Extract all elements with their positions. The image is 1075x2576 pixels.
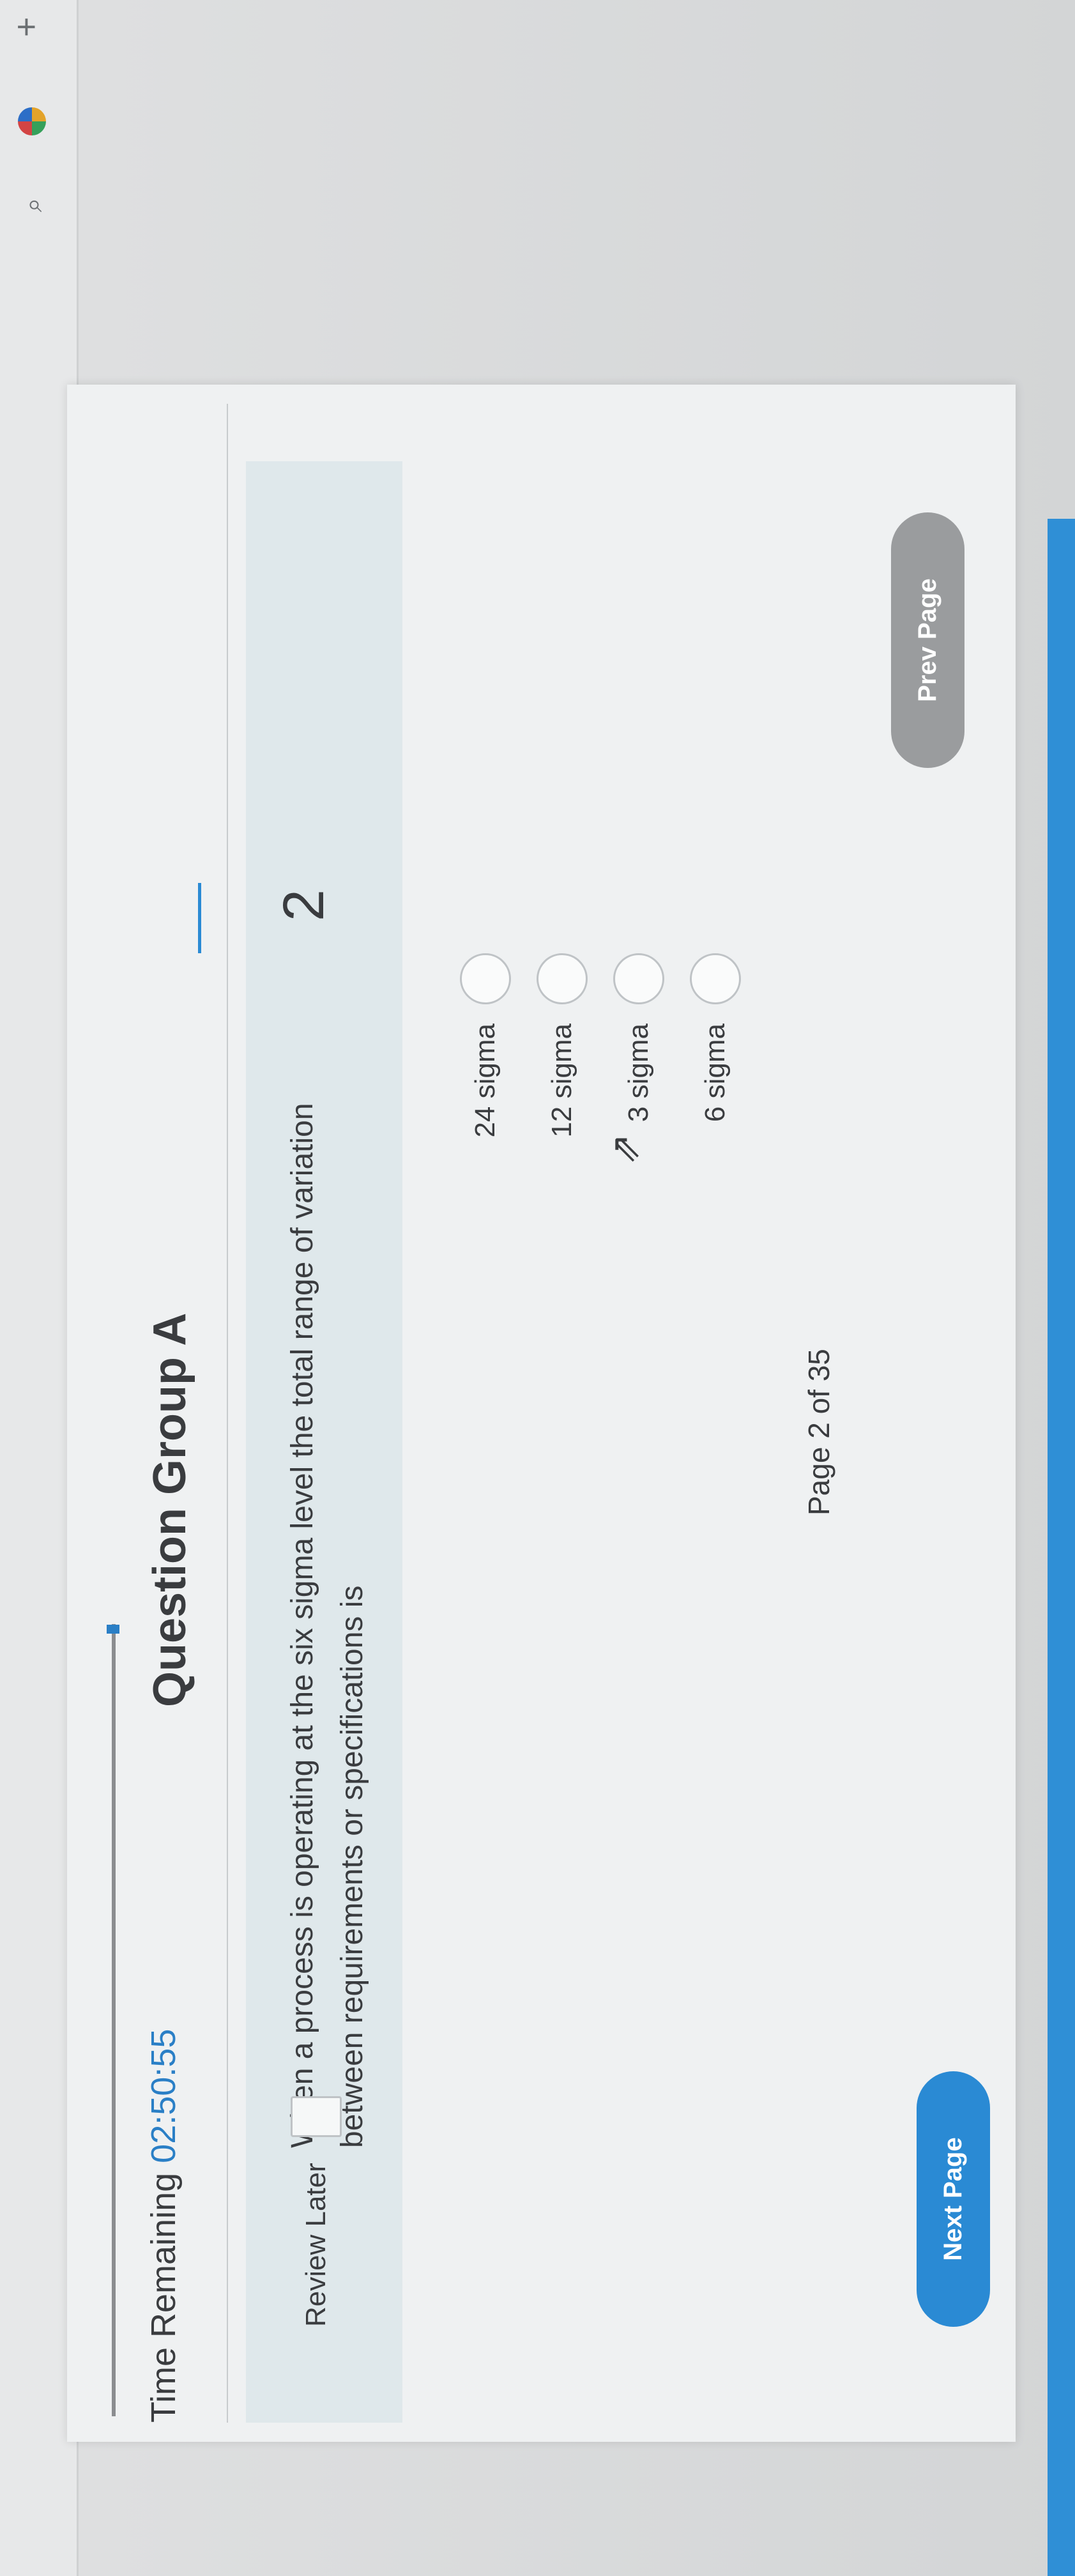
page-indicator: Page 2 of 35 bbox=[802, 1349, 835, 1515]
answer-option-label: 12 sigma bbox=[546, 1023, 577, 1138]
title-underline bbox=[198, 883, 201, 953]
answer-option-label: 3 sigma bbox=[623, 1023, 654, 1123]
timer-progress-bar bbox=[112, 1624, 116, 2416]
radio-button[interactable] bbox=[537, 953, 588, 1004]
review-later-checkbox[interactable] bbox=[291, 2096, 342, 2138]
answer-option[interactable]: 3 sigma bbox=[610, 953, 667, 1400]
question-number: 2 bbox=[272, 889, 336, 922]
page-title: Question Group A bbox=[144, 1312, 195, 1707]
time-remaining-label: Time Remaining bbox=[144, 2172, 183, 2423]
divider bbox=[227, 404, 228, 2423]
review-later-label: Review Later bbox=[300, 2163, 332, 2327]
question-text-content: When a process is operating at the six s… bbox=[286, 1103, 369, 2148]
time-remaining-value: 02:50:55 bbox=[144, 2028, 183, 2163]
page-edge-bar bbox=[1048, 519, 1075, 2576]
extension-icon[interactable] bbox=[18, 107, 46, 135]
review-later-toggle[interactable]: Review Later bbox=[291, 2096, 342, 2327]
exam-card: Time Remaining 02:50:55 Question Group A… bbox=[67, 385, 1016, 2442]
radio-button[interactable] bbox=[460, 953, 511, 1004]
timer-progress-fill bbox=[107, 1625, 119, 1634]
prev-page-button[interactable]: Prev Page bbox=[891, 512, 964, 768]
question-text: When a process is operating at the six s… bbox=[278, 1062, 377, 2148]
radio-button[interactable] bbox=[690, 953, 741, 1004]
answer-option[interactable]: 12 sigma bbox=[533, 953, 591, 1400]
plus-icon[interactable]: + bbox=[7, 17, 45, 37]
answer-option[interactable]: 6 sigma bbox=[687, 953, 744, 1400]
answer-option[interactable]: 24 sigma bbox=[457, 953, 514, 1400]
search-icon[interactable]: ⌕ bbox=[19, 198, 48, 212]
question-panel: 2 When a process is operating at the six… bbox=[246, 461, 402, 2423]
radio-button[interactable] bbox=[613, 953, 664, 1004]
next-page-button[interactable]: Next Page bbox=[917, 2071, 990, 2327]
rotated-screen: + ⌕ Time Remaining 02:50:55 Question Gro… bbox=[0, 0, 1075, 2576]
answer-options: 24 sigma 12 sigma 3 sigma 6 sigma bbox=[457, 953, 763, 1400]
answer-option-label: 6 sigma bbox=[699, 1023, 731, 1123]
answer-option-label: 24 sigma bbox=[469, 1023, 501, 1138]
mouse-cursor-icon: ⇖ bbox=[609, 1126, 643, 1169]
time-remaining: Time Remaining 02:50:55 bbox=[144, 2029, 183, 2423]
